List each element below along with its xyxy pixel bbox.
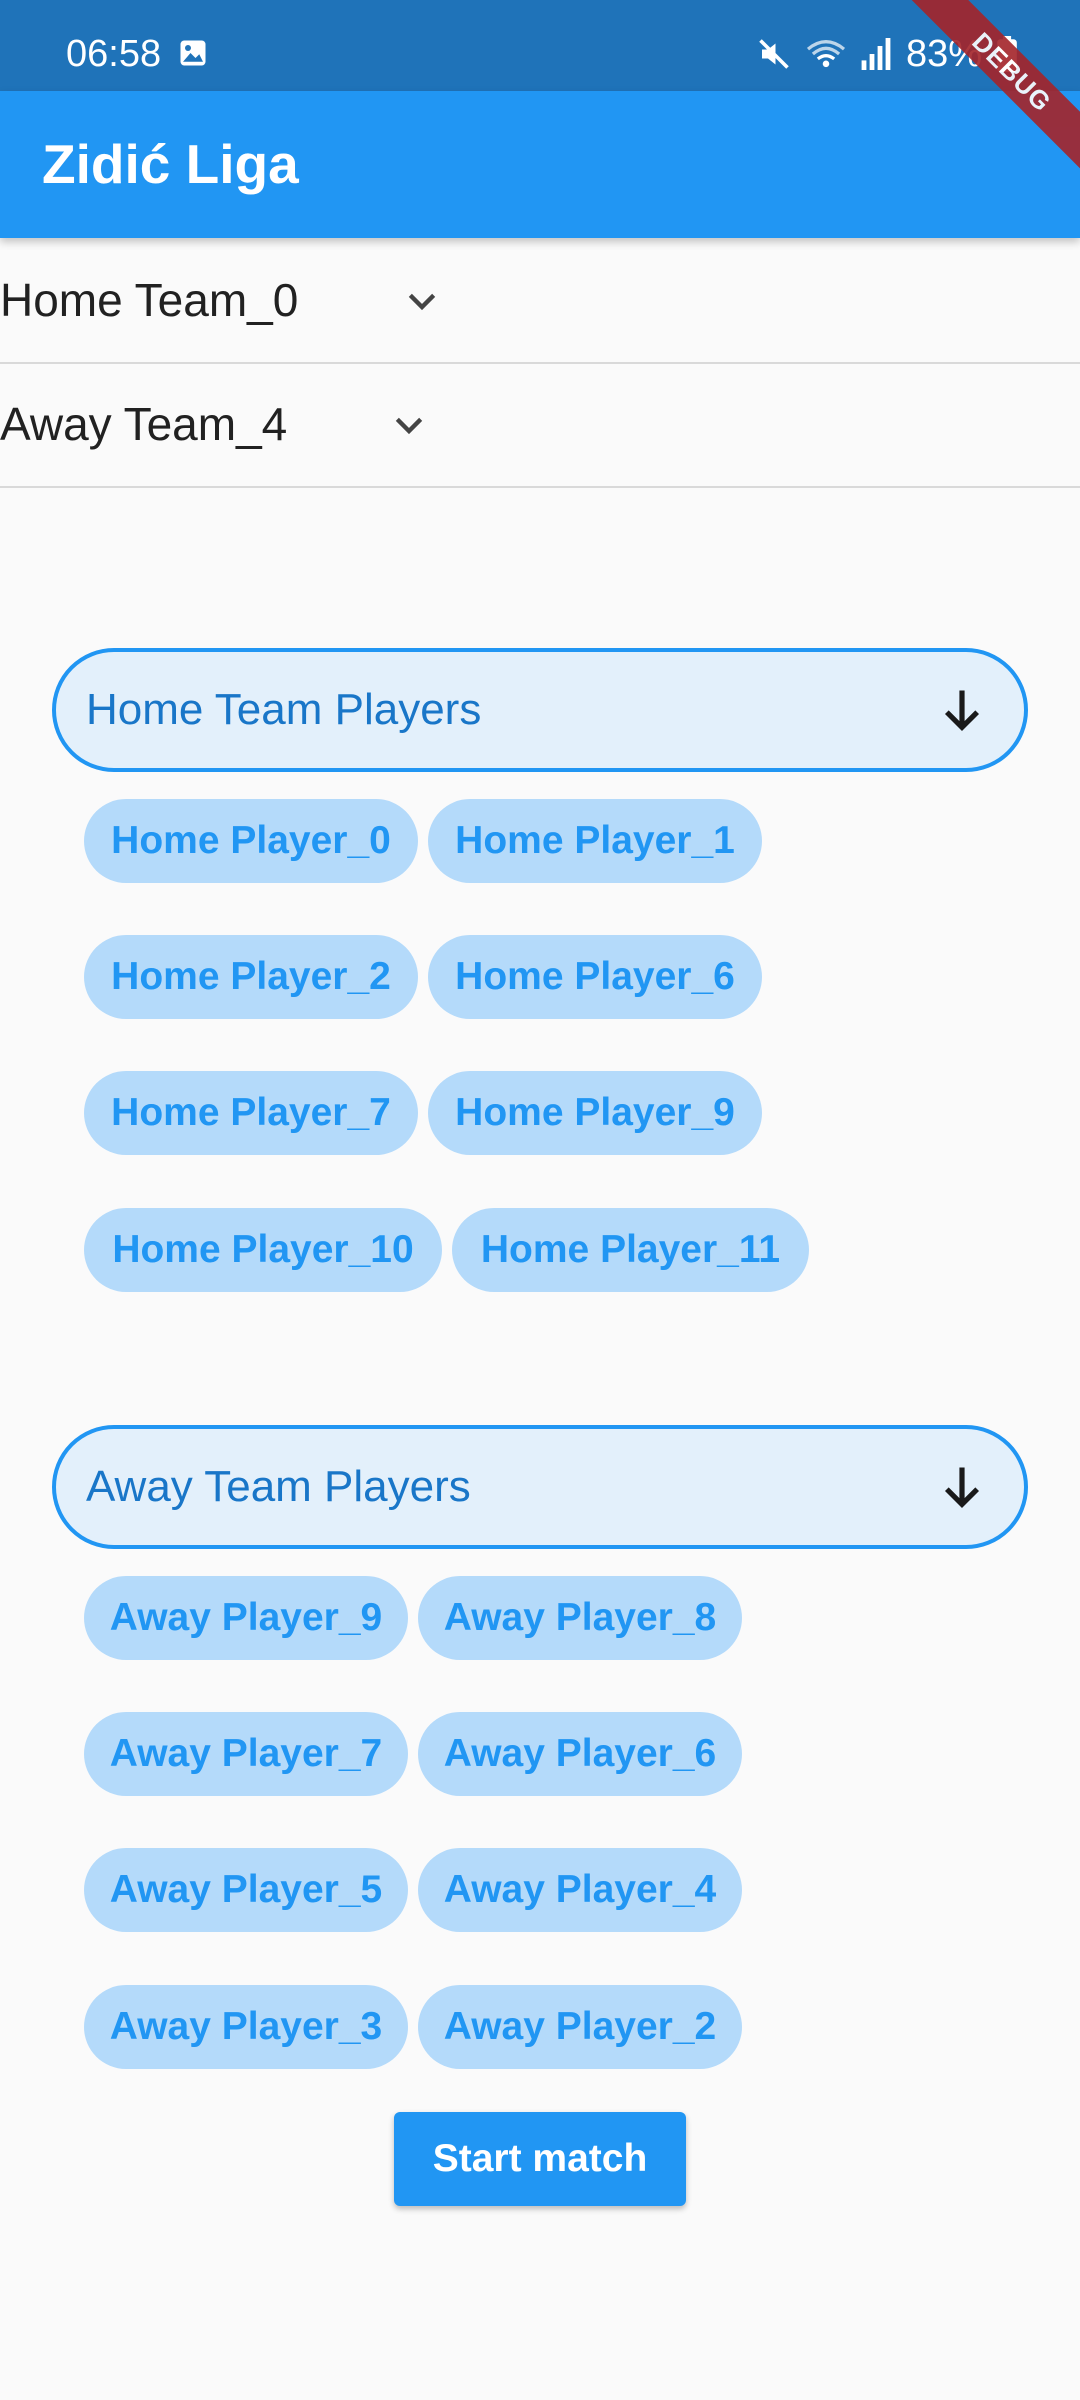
arrow-down-icon xyxy=(944,1467,980,1509)
player-chip[interactable]: Away Player_6 xyxy=(418,1712,742,1796)
player-chip[interactable]: Home Player_1 xyxy=(428,799,762,883)
mute-icon xyxy=(759,39,789,69)
player-chip[interactable]: Home Player_11 xyxy=(452,1208,809,1292)
player-chip[interactable]: Home Player_10 xyxy=(84,1208,442,1292)
player-chip[interactable]: Away Player_8 xyxy=(418,1576,742,1660)
arrow-down-icon xyxy=(944,690,980,732)
app-bar: Zidić Liga xyxy=(0,91,1080,238)
home-team-value: Home Team_0 xyxy=(0,274,299,326)
player-chip[interactable]: Home Player_2 xyxy=(84,935,418,1019)
player-chip[interactable]: Away Player_9 xyxy=(84,1576,408,1660)
away-players-header[interactable]: Away Team Players xyxy=(52,1425,1028,1549)
player-chip[interactable]: Home Player_0 xyxy=(84,799,418,883)
section-title: Away Team Players xyxy=(86,1462,471,1511)
app-title: Zidić Liga xyxy=(42,133,299,195)
away-team-value: Away Team_4 xyxy=(0,398,288,450)
home-team-dropdown[interactable]: Home Team_0 xyxy=(0,238,1080,364)
player-chip[interactable]: Away Player_2 xyxy=(418,1985,742,2069)
player-chip[interactable]: Home Player_7 xyxy=(84,1071,418,1155)
player-chip[interactable]: Away Player_7 xyxy=(84,1712,408,1796)
gallery-icon xyxy=(180,40,206,66)
away-team-dropdown[interactable]: Away Team_4 xyxy=(0,362,1080,488)
player-chip[interactable]: Away Player_5 xyxy=(84,1848,408,1932)
wifi-icon xyxy=(806,40,845,68)
chevron-down-icon xyxy=(395,417,423,435)
start-match-button[interactable]: Start match xyxy=(394,2112,686,2206)
player-chip[interactable]: Home Player_9 xyxy=(428,1071,762,1155)
chevron-down-icon xyxy=(408,293,436,311)
player-chip[interactable]: Away Player_3 xyxy=(84,1985,408,2069)
section-title: Home Team Players xyxy=(86,685,482,734)
status-time: 06:58 xyxy=(66,33,162,75)
status-bar: 06:58 83% xyxy=(0,0,1080,91)
home-players-header[interactable]: Home Team Players xyxy=(52,648,1028,772)
player-chip[interactable]: Home Player_6 xyxy=(428,935,762,1019)
player-chip[interactable]: Away Player_4 xyxy=(418,1848,742,1932)
signal-icon xyxy=(861,38,891,70)
